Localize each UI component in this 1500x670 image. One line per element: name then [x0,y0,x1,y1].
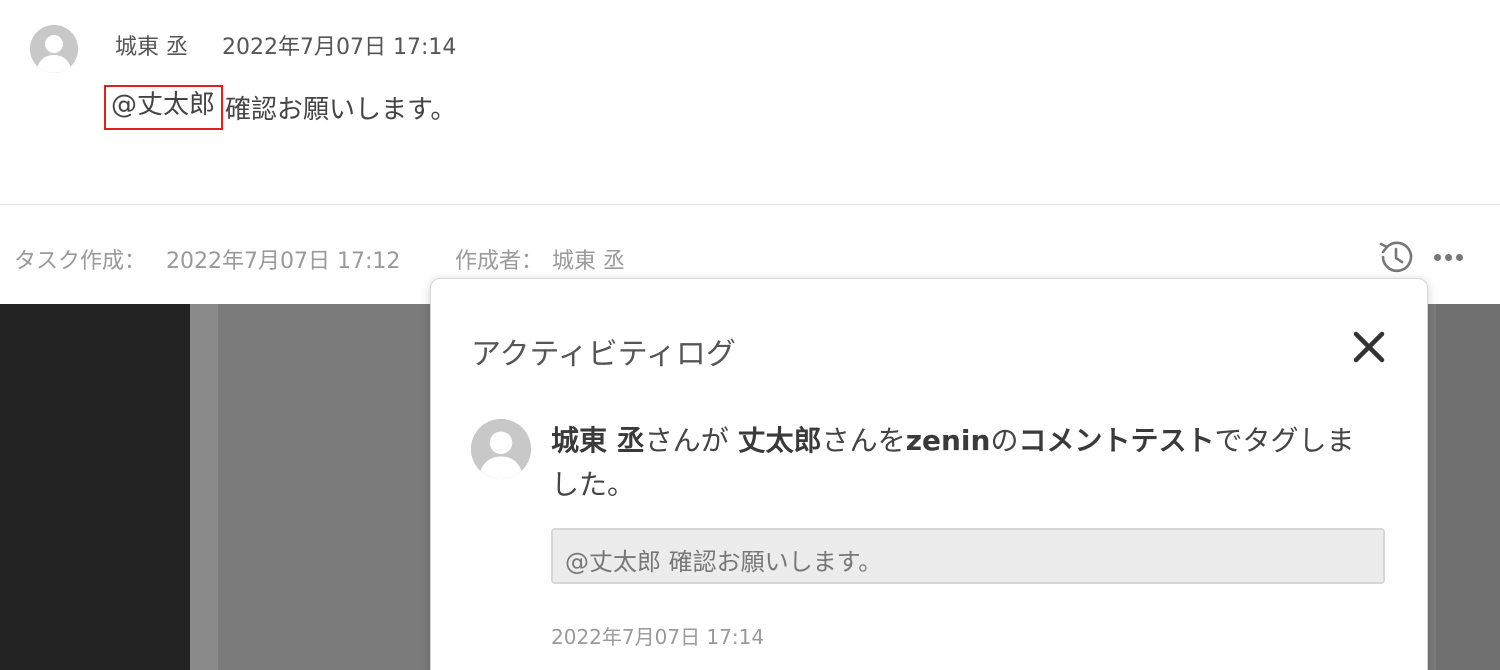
user-avatar-icon [471,419,531,479]
actor-name[interactable]: 城東 丞 [551,424,645,457]
task-creator-name: 城東 丞 [552,249,625,274]
avatar[interactable] [30,25,78,73]
activity-log-modal: アクティビティログ 城東 丞さんが 丈太郎さんをzeninのコメントテストでタグ… [430,278,1428,670]
modal-title: アクティビティログ [471,337,736,372]
more-icon[interactable] [1428,237,1468,277]
activity-log-date: 2022年7月07日 17:14 [551,625,765,649]
quoted-comment-text: @丈太郎 確認お願いします。 [565,548,883,576]
target-name[interactable]: 丈太郎 [738,424,822,457]
project-name[interactable]: zenin [906,424,991,457]
comment-body: @丈太郎 確認お願いします。 [104,85,457,130]
background-gray-edge [190,304,218,670]
history-icon[interactable] [1374,235,1418,279]
task-creator-label: 作成者： [455,249,544,274]
background-overlay-right [1436,304,1500,670]
close-icon[interactable] [1351,329,1387,365]
background-dark-panel [0,304,190,670]
comment-author[interactable]: 城東 丞 [115,29,188,61]
task-created-label: タスク作成： [14,249,147,274]
task-name[interactable]: コメントテスト [1018,424,1214,457]
mention-tag[interactable]: @丈太郎 [104,85,224,130]
log-text-part: さんを [821,424,906,457]
comment-text: 確認お願いします。 [225,94,457,125]
task-created-date: 2022年7月07日 17:12 [166,249,401,274]
more-dot [1444,253,1452,261]
comment-date: 2022年7月07日 17:14 [222,35,457,60]
activity-log-entry-text: 城東 丞さんが 丈太郎さんをzeninのコメントテストでタグしました。 [551,419,1381,507]
more-dot [1433,253,1441,261]
user-avatar-icon [30,25,78,73]
log-text-part: さんが [644,424,738,457]
quoted-comment: @丈太郎 確認お願いします。 [551,528,1385,584]
more-dot [1455,253,1463,261]
comment: 城東 丞 2022年7月07日 17:14 @丈太郎 確認お願いします。 [0,0,1500,204]
log-text-part: の [990,424,1019,457]
avatar [471,419,531,479]
page: 城東 丞 2022年7月07日 17:14 @丈太郎 確認お願いします。 タスク… [0,0,1500,670]
